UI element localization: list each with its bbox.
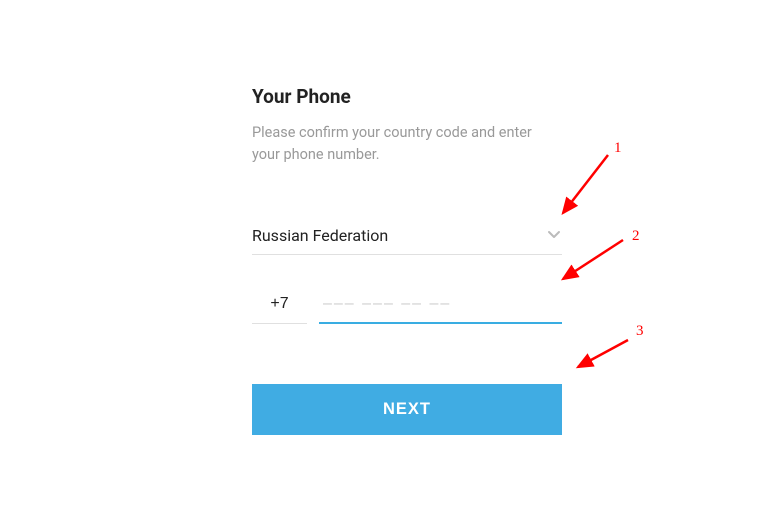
country-selected-label: Russian Federation (252, 226, 388, 245)
page-subtitle: Please confirm your country code and ent… (252, 122, 562, 166)
chevron-down-icon (546, 226, 562, 246)
phone-form: Your Phone Please confirm your country c… (252, 85, 562, 435)
annotation-label-2: 2 (632, 228, 640, 245)
phone-row (252, 295, 562, 324)
annotation-label-1: 1 (614, 140, 622, 157)
annotation-label-3: 3 (636, 323, 644, 340)
country-select[interactable]: Russian Federation (252, 226, 562, 255)
phone-number-input[interactable] (319, 295, 562, 324)
next-button[interactable]: NEXT (252, 384, 562, 435)
page-title: Your Phone (252, 85, 562, 108)
country-code-input[interactable] (252, 295, 307, 324)
